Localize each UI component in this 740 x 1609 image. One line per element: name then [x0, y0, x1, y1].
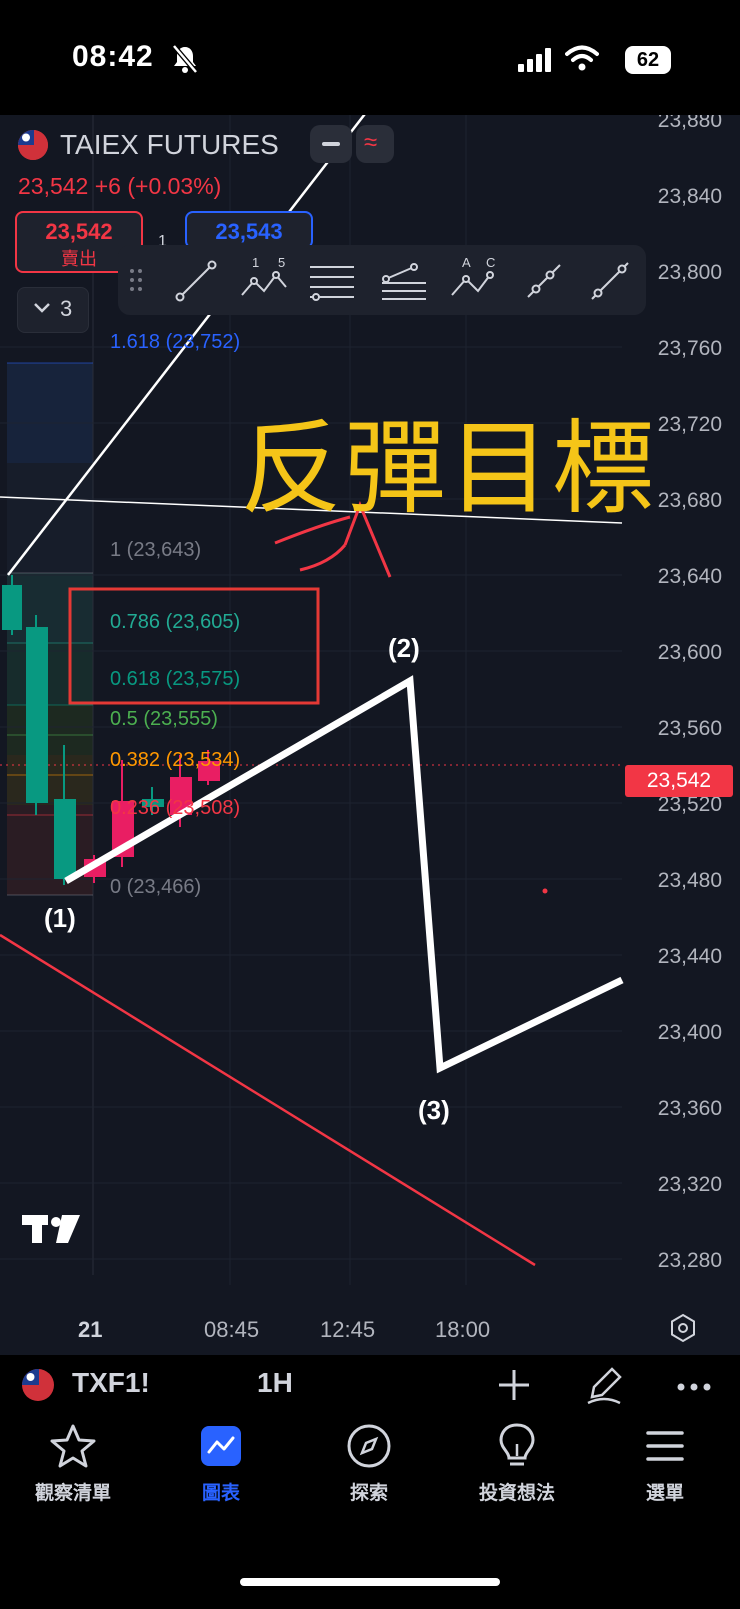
nav-menu[interactable]: 選單 [595, 1420, 735, 1505]
drawing-pen-icon[interactable] [584, 1365, 624, 1410]
signal-icon [518, 48, 552, 77]
svg-text:5: 5 [278, 255, 285, 270]
chart-icon [151, 1420, 291, 1472]
price-tick: 23,760 [657, 337, 722, 360]
drag-handle-icon[interactable] [128, 267, 144, 298]
wave-icon: ≈ [364, 129, 378, 156]
price-tick: 23,360 [657, 1097, 722, 1120]
fib-level-05: 0.5 (23,555) [110, 708, 218, 730]
nav-explore[interactable]: 探索 [299, 1420, 439, 1505]
minus-icon [322, 142, 340, 146]
tradingview-logo-icon [22, 1215, 80, 1243]
price-tick: 23,400 [657, 1021, 722, 1044]
nav-ideas[interactable]: 投資想法 [447, 1420, 587, 1505]
ticker-label[interactable]: TXF1! [72, 1367, 150, 1399]
nav-label: 投資想法 [478, 1483, 555, 1504]
price-tick: 23,880 [657, 115, 722, 132]
current-price-tag: 23,542 [625, 765, 733, 797]
compass-icon [299, 1420, 439, 1472]
indicator-toggle[interactable]: ≈ [356, 125, 394, 163]
home-indicator[interactable] [240, 1578, 500, 1586]
price-axis[interactable]: 23,880 23,840 23,800 23,760 23,720 23,68… [622, 115, 740, 1355]
nav-label: 選單 [645, 1483, 684, 1504]
price-tick: 23,840 [657, 185, 722, 208]
ray-tool-icon[interactable] [522, 259, 566, 308]
trendline-tool-icon[interactable] [174, 259, 218, 308]
fib-level-0: 0 (23,466) [110, 876, 202, 898]
status-bar: 08:42 62 [0, 0, 740, 115]
symbol-title[interactable]: TAIEX FUTURES [60, 129, 279, 161]
abcd-pattern-tool-icon[interactable]: AC [448, 253, 500, 310]
rebound-target-annotation: 反彈目標 [240, 410, 656, 529]
time-tick: 12:45 [320, 1317, 376, 1342]
nav-chart[interactable]: 圖表 [151, 1420, 291, 1505]
drawing-toolbar: 15 AC [118, 245, 646, 315]
timeframe-button[interactable]: 1H [257, 1367, 293, 1399]
nav-watchlist[interactable]: 觀察清單 [3, 1420, 143, 1505]
nav-label: 觀察清單 [34, 1483, 111, 1504]
fib-retracement-tool-icon[interactable] [308, 261, 356, 306]
fib-level-0382: 0.382 (23,534) [110, 749, 241, 771]
minimize-toggle[interactable] [310, 125, 352, 163]
chart-settings-icon[interactable] [668, 1313, 698, 1348]
nav-label: 探索 [349, 1483, 388, 1504]
elliott-wave-tool-icon[interactable]: 15 [238, 253, 290, 310]
buy-button[interactable]: 23,543 [185, 211, 313, 249]
price-change: 23,542 +6 (+0.03%) [18, 173, 222, 199]
price-tick: 23,440 [657, 945, 722, 968]
price-tick: 23,640 [657, 565, 722, 588]
lightbulb-icon [447, 1420, 587, 1472]
wave-label-1: (1) [44, 903, 76, 933]
price-tick: 23,560 [657, 717, 722, 740]
price-tick: 23,280 [657, 1249, 722, 1272]
price-tick: 23,600 [657, 641, 722, 664]
fib-level-0618: 0.618 (23,575) [110, 668, 241, 690]
hamburger-menu-icon [595, 1420, 735, 1472]
svg-text:C: C [486, 255, 495, 270]
time-tick: 21 [78, 1317, 103, 1342]
svg-text:1: 1 [252, 255, 259, 270]
fib-level-0786: 0.786 (23,605) [110, 611, 241, 633]
chevron-down-icon [32, 298, 52, 323]
time-tick: 08:45 [204, 1317, 260, 1342]
price-tick: 23,320 [657, 1173, 722, 1196]
pitchfork-tool-icon[interactable] [380, 259, 428, 308]
indicator-count: 3 [60, 296, 73, 321]
symbol-bar: TXF1! 1H [0, 1355, 740, 1415]
buy-price: 23,543 [215, 219, 283, 244]
price-tick: 23,480 [657, 869, 722, 892]
star-icon [3, 1420, 143, 1472]
wifi-icon [565, 44, 599, 77]
fib-level-0236: 0.236 (23,508) [110, 797, 241, 819]
taiwan-flag-icon [18, 130, 48, 160]
nav-label: 圖表 [201, 1483, 240, 1504]
time-tick: 18:00 [435, 1317, 491, 1342]
clock: 08:42 [72, 40, 154, 73]
bell-off-icon [172, 44, 198, 79]
price-tick: 23,800 [657, 261, 722, 284]
fib-level-1: 1 (23,643) [110, 539, 202, 561]
wave-label-3: (3) [418, 1095, 450, 1125]
taiwan-flag-icon [22, 1369, 54, 1401]
add-icon[interactable] [496, 1367, 532, 1408]
fib-level-1618: 1.618 (23,752) [110, 331, 241, 353]
price-tick: 23,680 [657, 489, 722, 512]
indicator-collapse-button[interactable]: 3 [17, 287, 89, 333]
svg-text:A: A [462, 255, 471, 270]
wave-label-2: (2) [388, 633, 420, 663]
battery-indicator: 62 [625, 46, 671, 74]
price-tick: 23,720 [657, 413, 722, 436]
more-options-icon[interactable] [676, 1379, 712, 1397]
sell-price: 23,542 [45, 219, 113, 244]
chart-area[interactable]: TAIEX FUTURES ≈ 23,542 +6 (+0.03%) 23,54… [0, 115, 740, 1355]
